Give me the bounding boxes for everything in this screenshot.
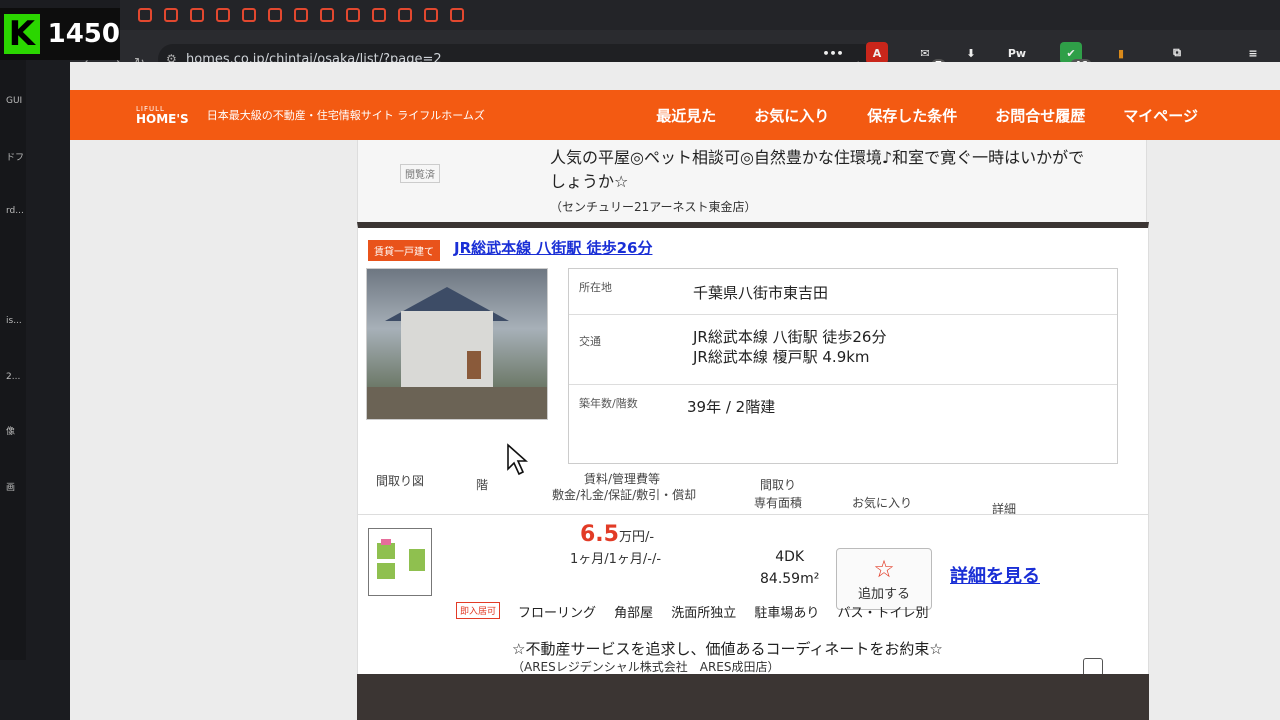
bottle-extension-icon[interactable]: ▮ [1110, 42, 1132, 64]
strip-text: GUI [6, 96, 23, 106]
viewed-badge: 閲覧済 [400, 164, 440, 183]
listing-agent: （センチュリー21アーネスト東金店） [550, 200, 757, 214]
layout-value: 4DK [775, 549, 805, 565]
dots-extension-icon[interactable]: ••• [822, 42, 844, 64]
header-rent: 賃料/管理費等 [584, 472, 661, 486]
info-row-address: 所在地 千葉県八街市東吉田 [569, 269, 1117, 315]
k-logo-icon: K [4, 14, 40, 54]
listing-description: 人気の平屋◎ペット相談可◎自然豊かな住環境♪和室で寛ぐ一時はいかがでしょうか☆ [550, 148, 1085, 191]
add-favorite-label: 追加する [857, 586, 910, 602]
strip-text: rd... [6, 206, 24, 216]
check-extension-icon[interactable]: ✔46 [1060, 42, 1092, 72]
header-floorplan: 間取り図 [376, 474, 425, 488]
nav-my-page[interactable]: マイページ [1123, 105, 1198, 126]
rent-price: 6.5万円/- [580, 522, 655, 547]
table-divider [358, 514, 1148, 515]
header-deposit: 敷金/礼金/保証/敷引・償却 [552, 488, 697, 502]
info-row-access: 交通 JR総武本線 八街駅 徒歩26分 JR総武本線 榎戸駅 4.9km [569, 315, 1117, 385]
site-header: LIFULL HOME'S 日本最大級の不動産・住宅情報サイト ライフルホームズ… [70, 90, 1280, 140]
header-favorite: お気に入り [852, 496, 913, 510]
plan-room [377, 543, 395, 559]
tab-favicon-icon[interactable] [268, 8, 282, 22]
tab-favicon-icon[interactable] [190, 8, 204, 22]
feature-tags: フローリング 角部屋 洗面所独立 駐車場あり バス・トイレ別 [518, 606, 929, 621]
strip-text: 2... [6, 372, 21, 382]
notes-extension-icon[interactable]: ✉7 [914, 42, 946, 72]
pw-extension-icon[interactable]: Pw [1006, 42, 1028, 64]
nav-recently-viewed[interactable]: 最近見た [656, 105, 716, 126]
plan-room [377, 563, 395, 579]
header-area: 専有面積 [754, 496, 803, 510]
strip-text: 画 [6, 483, 16, 493]
layout-area: 4DK 84.59m² [760, 546, 819, 590]
puzzle-extension-icon[interactable]: ⧉ [1166, 42, 1188, 64]
star-icon: ☆ [873, 554, 895, 583]
photo-door [467, 351, 481, 379]
photo-ground [367, 387, 547, 419]
browser-tab-strip [120, 0, 1280, 30]
area-value: 84.59m² [760, 571, 820, 587]
overlay-number: 1450 [47, 19, 120, 49]
tab-favicon-icon[interactable] [320, 8, 334, 22]
strip-text: is... [6, 316, 22, 326]
tab-favicon-icon[interactable] [294, 8, 308, 22]
overlay-badge: K 1450 [0, 8, 120, 60]
tab-favicon-icon[interactable] [216, 8, 230, 22]
pr-agent: （ARESレジデンシャル株式会社 ARES成田店） [512, 660, 780, 674]
property-type-badge: 賃貸一戸建て [368, 240, 440, 261]
plan-room [409, 549, 425, 571]
strip-text: ドフ [6, 153, 25, 163]
strip-text: 像 [6, 427, 16, 437]
table-header: 間取り図 階 賃料/管理費等 敷金/礼金/保証/敷引・償却 間取り 専有面積 お… [358, 472, 1148, 516]
info-row-age: 築年数/階数 39年 / 2階建 [579, 397, 776, 416]
tab-favicon-icon[interactable] [164, 8, 178, 22]
view-details-link[interactable]: 詳細を見る [950, 562, 1040, 588]
floorplan-thumbnail[interactable] [368, 528, 432, 596]
tab-favicon-icon[interactable] [346, 8, 360, 22]
nav-inquiry-history[interactable]: お問合せ履歴 [995, 105, 1085, 126]
tab-favicon-icon[interactable] [424, 8, 438, 22]
pdf-extension-icon[interactable]: A [866, 42, 888, 64]
web-page: LIFULL HOME'S 日本最大級の不動産・住宅情報サイト ライフルホームズ… [70, 62, 1280, 720]
next-listing-header [357, 674, 1149, 720]
header-nav: 最近見た お気に入り 保存した条件 お問合せ履歴 マイページ [656, 105, 1280, 126]
mouse-cursor-icon [507, 443, 528, 476]
nav-saved-conditions[interactable]: 保存した条件 [867, 105, 957, 126]
site-logo[interactable]: LIFULL HOME'S [136, 105, 189, 125]
listing-card: 賃貸一戸建て JR総武本線 八街駅 徒歩26分 所在地 千葉県八街市東吉田 交通… [357, 222, 1149, 720]
nav-favorites[interactable]: お気に入り [754, 105, 829, 126]
plan-room [381, 539, 391, 545]
header-layout: 間取り [760, 478, 797, 492]
property-photo[interactable] [366, 268, 548, 420]
download-extension-icon[interactable]: ⬇ [960, 42, 982, 64]
tab-favicon-icon[interactable] [398, 8, 412, 22]
tab-favicon-icon[interactable] [138, 8, 152, 22]
tab-favicon-icon[interactable] [450, 8, 464, 22]
property-info-table: 所在地 千葉県八街市東吉田 交通 JR総武本線 八街駅 徒歩26分 JR総武本線… [568, 268, 1118, 464]
background-window-strip: GUI ドフ rd... is... 2... 像 画 [0, 60, 26, 660]
deposit-fees: 1ヶ月/1ヶ月/-/- [570, 552, 662, 567]
add-favorite-button[interactable]: ☆ 追加する [836, 548, 932, 610]
immediate-move-in-badge: 即入居可 [456, 602, 501, 619]
listing-title-link[interactable]: JR総武本線 八街駅 徒歩26分 [454, 237, 652, 258]
menu-extension-icon[interactable]: ≡ [1242, 42, 1264, 64]
tab-favicon-icon[interactable] [372, 8, 386, 22]
site-tagline: 日本最大級の不動産・住宅情報サイト ライフルホームズ [206, 109, 485, 122]
pr-text: ☆不動産サービスを追求し、価値あるコーディネートをお約束☆ [512, 640, 943, 658]
header-floor: 階 [476, 478, 489, 492]
tab-favicon-icon[interactable] [242, 8, 256, 22]
